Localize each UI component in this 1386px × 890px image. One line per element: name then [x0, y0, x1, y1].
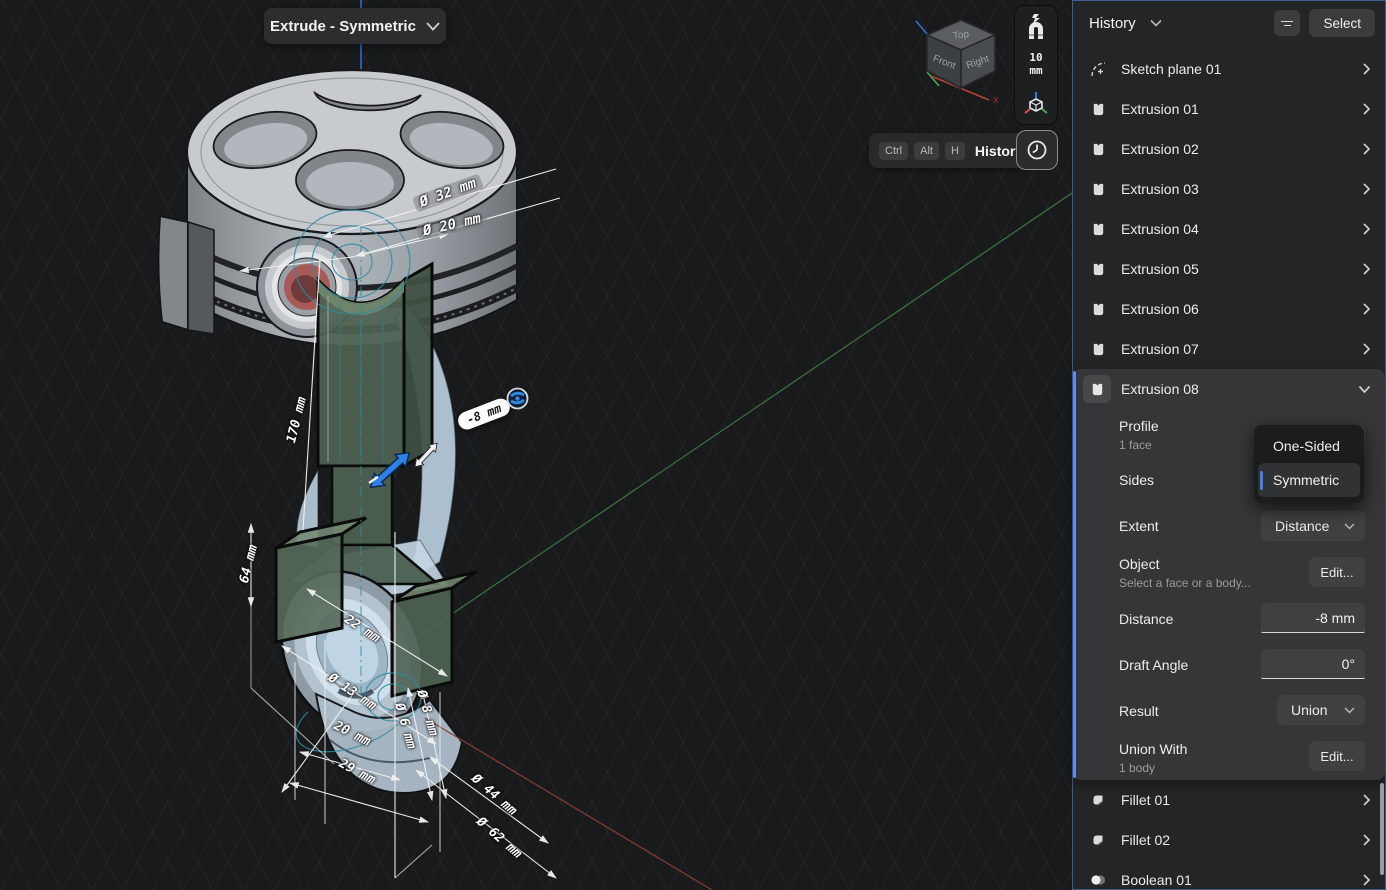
boolean-icon	[1089, 873, 1107, 887]
key-chip-ctrl: Ctrl	[879, 142, 908, 160]
draft-angle-input[interactable]	[1261, 649, 1365, 679]
origin-axes-icon[interactable]	[1023, 90, 1049, 116]
fillet-icon	[1089, 792, 1107, 808]
history-toggle-button[interactable]	[1016, 130, 1058, 170]
panel-title[interactable]: History	[1089, 15, 1136, 32]
app-window: Ø 32 mm Ø 20 mm 170 mm 64 mm 22 mm Ø 13 …	[0, 0, 1386, 890]
history-panel-header: History Select	[1073, 1, 1385, 45]
nav-cube-top-label: Top	[952, 29, 970, 42]
chevron-down-icon	[1344, 523, 1355, 530]
object-label: Object	[1119, 556, 1159, 572]
history-item-extrusion-01[interactable]: Extrusion 01	[1073, 89, 1385, 129]
sides-label: Sides	[1119, 472, 1154, 488]
chevron-right-icon[interactable]	[1362, 262, 1371, 276]
extrusion-icon	[1083, 375, 1111, 403]
panel-scrollbar[interactable]	[1380, 783, 1384, 875]
history-item-fillet-01[interactable]: Fillet 01	[1073, 780, 1385, 820]
chevron-right-icon[interactable]	[1362, 222, 1371, 236]
key-chip-alt: Alt	[914, 142, 939, 160]
navigation-cube[interactable]: X Top Front Right	[915, 12, 1007, 104]
result-dropdown[interactable]: Union	[1277, 695, 1365, 725]
chevron-down-icon[interactable]	[1358, 385, 1371, 394]
chevron-right-icon[interactable]	[1362, 342, 1371, 356]
draft-angle-label: Draft Angle	[1119, 657, 1188, 673]
sphere-toggle-button[interactable]	[506, 387, 529, 410]
chevron-right-icon[interactable]	[1362, 833, 1371, 847]
object-hint: Select a face or a body...	[1119, 576, 1251, 590]
chevron-right-icon[interactable]	[1362, 102, 1371, 116]
history-item-fillet-02[interactable]: Fillet 02	[1073, 820, 1385, 860]
active-item-accent-bar	[1073, 371, 1076, 778]
viewport-toolbar: 10 mm	[1014, 5, 1058, 125]
history-item-extrusion-07[interactable]: Extrusion 07	[1073, 329, 1385, 369]
sides-dropdown-popup: One-Sided Symmetric	[1254, 425, 1364, 503]
union-with-label: Union With	[1119, 741, 1187, 757]
object-edit-button[interactable]: Edit...	[1309, 557, 1365, 587]
profile-label: Profile	[1119, 418, 1159, 434]
chevron-right-icon[interactable]	[1362, 182, 1371, 196]
mode-selector-label: Extrude - Symmetric	[270, 18, 416, 35]
fillet-icon	[1089, 832, 1107, 848]
filter-icon	[1281, 18, 1293, 29]
extent-dropdown[interactable]: Distance	[1261, 511, 1365, 541]
history-item-extrusion-08[interactable]: Extrusion 08	[1073, 369, 1385, 409]
chevron-down-icon	[426, 22, 440, 31]
connecting-rod[interactable]	[254, 264, 476, 793]
history-panel: History Select Sketch plane	[1072, 0, 1386, 890]
snap-magnet-icon[interactable]	[1024, 14, 1048, 40]
grid-size-indicator[interactable]: 10 mm	[1029, 52, 1042, 77]
history-item-extrusion-03[interactable]: Extrusion 03	[1073, 169, 1385, 209]
distance-label: Distance	[1119, 611, 1173, 627]
result-label: Result	[1119, 703, 1159, 719]
chevron-right-icon[interactable]	[1362, 793, 1371, 807]
clock-icon	[1026, 139, 1048, 161]
sides-option-symmetric[interactable]: Symmetric	[1258, 463, 1360, 497]
axis-x-red	[425, 718, 712, 890]
history-item-extrusion-08-expanded: Extrusion 08 Profile 1 face Edit... Side…	[1073, 369, 1385, 780]
nav-cube-axis-x-label: X	[993, 96, 999, 104]
chevron-right-icon[interactable]	[1362, 302, 1371, 316]
sketch-plane-icon	[1089, 61, 1107, 78]
extrusion-icon	[1089, 182, 1107, 197]
distance-input[interactable]	[1261, 603, 1365, 633]
history-item-sketch-plane-01[interactable]: Sketch plane 01	[1073, 49, 1385, 89]
union-with-value: 1 body	[1119, 761, 1155, 775]
filter-button[interactable]	[1274, 10, 1300, 36]
sides-option-one-sided[interactable]: One-Sided	[1258, 429, 1360, 463]
profile-value: 1 face	[1119, 438, 1152, 452]
extrusion-icon	[1089, 222, 1107, 237]
extent-label: Extent	[1119, 518, 1159, 534]
extrusion-icon	[1089, 102, 1107, 117]
history-item-extrusion-04[interactable]: Extrusion 04	[1073, 209, 1385, 249]
chevron-down-icon	[1344, 707, 1355, 714]
history-item-extrusion-02[interactable]: Extrusion 02	[1073, 129, 1385, 169]
extrusion-icon	[1089, 302, 1107, 317]
history-item-extrusion-06[interactable]: Extrusion 06	[1073, 289, 1385, 329]
mode-selector-dropdown[interactable]: Extrude - Symmetric	[264, 8, 446, 44]
extrusion-icon	[1089, 262, 1107, 277]
chevron-right-icon[interactable]	[1362, 142, 1371, 156]
history-shortcut-hint: Ctrl Alt H History	[869, 133, 1035, 168]
select-button[interactable]: Select	[1309, 9, 1375, 37]
viewport-3d[interactable]: Ø 32 mm Ø 20 mm 170 mm 64 mm 22 mm Ø 13 …	[0, 0, 1072, 890]
chevron-right-icon[interactable]	[1362, 873, 1371, 887]
key-chip-h: H	[945, 142, 965, 160]
chevron-right-icon[interactable]	[1362, 62, 1371, 76]
history-item-boolean-01[interactable]: Boolean 01	[1073, 860, 1385, 890]
selected-option-indicator	[1260, 471, 1263, 490]
history-list: Sketch plane 01 Extrusion 01 Extrusion 0…	[1073, 45, 1385, 890]
history-item-extrusion-05[interactable]: Extrusion 05	[1073, 249, 1385, 289]
extrusion-icon	[1089, 142, 1107, 157]
extrusion-icon	[1089, 342, 1107, 357]
union-with-edit-button[interactable]: Edit...	[1309, 741, 1365, 771]
chevron-down-icon[interactable]	[1150, 19, 1162, 27]
